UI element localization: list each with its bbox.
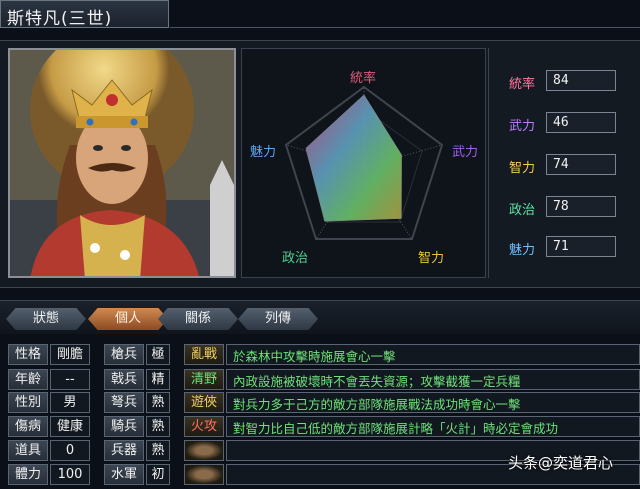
stat-value: 71: [546, 236, 616, 257]
aptitude-value: 熟: [146, 440, 170, 461]
aptitude-label: 騎兵: [104, 416, 144, 437]
officer-name: 斯特凡(三世): [7, 9, 113, 29]
header-divider: [170, 27, 640, 28]
stats-panel: 統率 84 武力 46 智力 74 政治 78 魅力 71: [488, 48, 636, 278]
radar-label-leadership: 統率: [350, 71, 377, 86]
stat-label: 武力: [509, 119, 536, 134]
tabs-bar: 狀態 個人 關係 列傳: [0, 300, 640, 334]
radar-label-war: 武力: [452, 145, 479, 160]
officer-portrait: [8, 48, 236, 278]
stat-label: 統率: [509, 77, 536, 92]
radar-label-charisma: 魅力: [250, 145, 277, 160]
stat-value: 74: [546, 154, 616, 175]
skill-name[interactable]: [184, 464, 224, 485]
tab-biography[interactable]: 列傳: [238, 308, 318, 330]
personal-value: 男: [50, 392, 90, 413]
officer-name-bar: 斯特凡(三世): [0, 0, 169, 29]
skill-name[interactable]: 遊俠: [184, 392, 224, 413]
tab-status[interactable]: 狀態: [6, 308, 86, 330]
stat-value: 78: [546, 196, 616, 217]
stat-row-charisma: 魅力 71: [503, 236, 633, 258]
stat-value: 46: [546, 112, 616, 133]
aptitude-value: 精: [146, 369, 170, 390]
aptitude-value: 熟: [146, 416, 170, 437]
personal-label: 年齡: [8, 369, 48, 390]
stat-label: 政治: [509, 203, 536, 218]
skill-name[interactable]: 亂戰: [184, 344, 224, 365]
skill-name[interactable]: [184, 440, 224, 461]
stat-label: 魅力: [509, 243, 536, 258]
radar-stat-shape: [305, 94, 402, 222]
aptitude-label: 水軍: [104, 464, 144, 485]
skill-description: 於森林中攻擊時施展會心一擊: [226, 344, 640, 365]
personal-label: 體力: [8, 464, 48, 485]
watermark: 头条@奕道君心: [508, 454, 614, 472]
personal-label: 性格: [8, 344, 48, 365]
stat-row-politics: 政治 78: [503, 196, 633, 218]
skill-name[interactable]: 清野: [184, 369, 224, 390]
skill-description: 對智力比自己低的敵方部隊施展計略「火計」時必定會成功: [226, 416, 640, 437]
radar-label-politics: 政治: [282, 251, 309, 266]
aptitude-label: 槍兵: [104, 344, 144, 365]
aptitude-value: 極: [146, 344, 170, 365]
personal-value: 健康: [50, 416, 90, 437]
skill-name[interactable]: 火攻: [184, 416, 224, 437]
stat-row-war: 武力 46: [503, 112, 633, 134]
stat-label: 智力: [509, 161, 536, 176]
personal-value: 剛膽: [50, 344, 90, 365]
stat-row-leadership: 統率 84: [503, 70, 633, 92]
skill-description: 對兵力多于己方的敵方部隊施展戰法成功時會心一擊: [226, 392, 640, 413]
aptitude-label: 弩兵: [104, 392, 144, 413]
personal-label: 道具: [8, 440, 48, 461]
personal-value: --: [50, 369, 90, 390]
aptitude-value: 熟: [146, 392, 170, 413]
personal-label: 性別: [8, 392, 48, 413]
aptitude-value: 初: [146, 464, 170, 485]
personal-value: 100: [50, 464, 90, 485]
portrait-image: [10, 50, 234, 276]
tab-personal[interactable]: 個人: [88, 308, 168, 330]
ability-radar-chart: 統率 武力 智力 政治 魅力: [241, 48, 486, 278]
stat-row-intelligence: 智力 74: [503, 154, 633, 176]
aptitude-label: 戟兵: [104, 369, 144, 390]
stat-value: 84: [546, 70, 616, 91]
skill-description: 內政設施被破壞時不會丟失資源；攻擊截獲一定兵糧: [226, 369, 640, 390]
personal-label: 傷病: [8, 416, 48, 437]
personal-value: 0: [50, 440, 90, 461]
radar-label-intelligence: 智力: [418, 251, 445, 266]
aptitude-label: 兵器: [104, 440, 144, 461]
tab-relations[interactable]: 關係: [158, 308, 238, 330]
